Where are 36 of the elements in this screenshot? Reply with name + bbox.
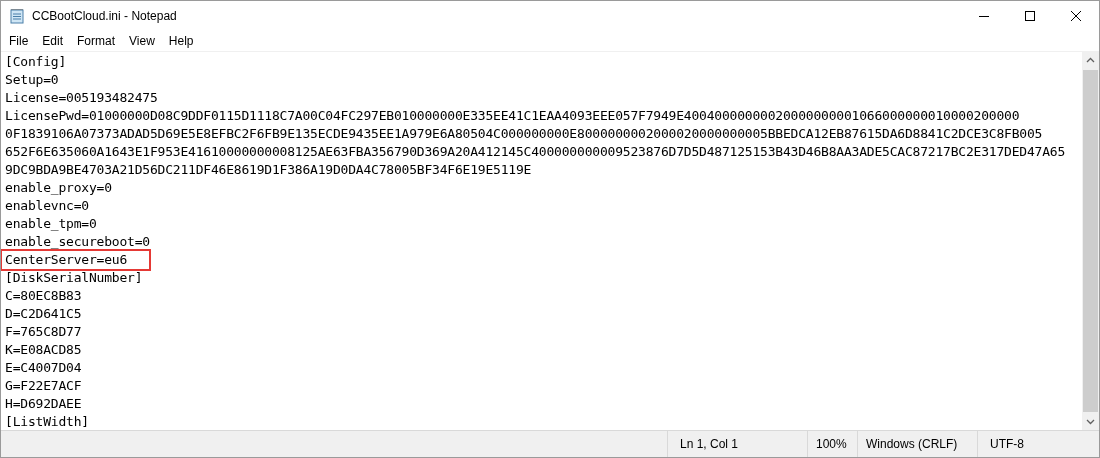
menu-item[interactable]: View (122, 34, 162, 48)
text-line: enable_proxy=0 (5, 179, 112, 197)
maximize-icon (1025, 11, 1035, 21)
menu-item[interactable]: Format (70, 34, 123, 48)
text-line: [ListWidth] (5, 413, 89, 430)
text-line: E=C4007D04 (5, 359, 82, 377)
text-line: enable_secureboot=0 (5, 233, 150, 251)
text-line: K=E08ACD85 (5, 341, 82, 359)
text-line: 652F6E635060A1643E1F953E41610000000008125AE63FBA356790D369A20A412145C400000000009523876D7D5D487125153B43D46B8AA3ADE5CAC87217BC2E317DED47A65 (5, 143, 1066, 161)
cursor-position: Ln 1, Col 1 (667, 431, 807, 457)
encoding: UTF-8 (977, 431, 1099, 457)
notepad-icon (9, 8, 25, 24)
text-line: 9DC9BDA9BE4703A21D56DC211DF46E8619D1F386A19D0DA4C78005BF34F6E19E5119E (5, 161, 532, 179)
text-line: G=F22E7ACF (5, 377, 82, 395)
scrollbar[interactable] (1082, 52, 1099, 430)
zoom-level: 100% (807, 431, 857, 457)
text-line: 0F1839106A07373ADAD5D69E5E8EFBC2F6FB9E135ECDE9435EE1A979E6A80504C000000000E8000000002000020000000005BBEDCA12EB87615DA6D8841C2DCE3C8FB005 (5, 125, 1043, 143)
window-title: CCBootCloud.ini - Notepad (32, 9, 177, 23)
text-line: LicensePwd=01000000D08C9DDF0115D1118C7A00C04FC297EB010000000E335EE41C1EAA4093EEE057F7949E40040000000020000000001066000000010000200000 (5, 107, 1020, 125)
text-line: C=80EC8B83 (5, 287, 82, 305)
line-endings: Windows (CRLF) (857, 431, 977, 457)
text-line: License=005193482475 (5, 89, 158, 107)
text-line: F=765C8D77 (5, 323, 82, 341)
text-line: enable_tpm=0 (5, 215, 97, 233)
text-line: Setup=0 (5, 71, 59, 89)
text-line: H=D692DAEE (5, 395, 82, 413)
text-line: [Config] (5, 53, 66, 71)
close-icon (1071, 11, 1081, 21)
text-line: enablevnc=0 (5, 197, 89, 215)
menu-item[interactable]: Help (161, 34, 201, 48)
menu-item[interactable]: File (2, 34, 36, 48)
text-line: CenterServer=eu6 (2, 251, 150, 269)
text-line: [DiskSerialNumber] (5, 269, 143, 287)
text-line: D=C2D641C5 (5, 305, 82, 323)
scrollbar-thumb[interactable] (1083, 70, 1098, 412)
menu-item[interactable]: Edit (35, 34, 71, 48)
